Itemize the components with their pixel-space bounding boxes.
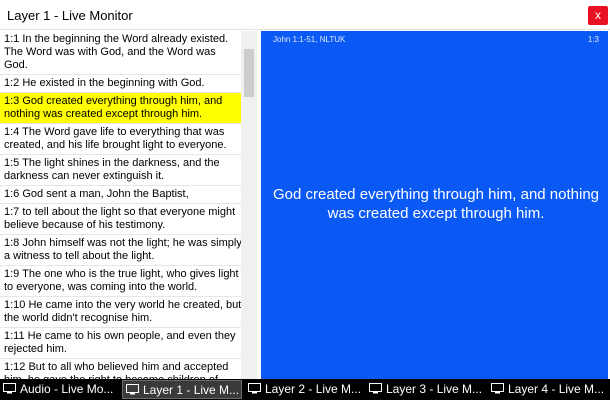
taskbar: Audio - Live Mo... Layer 1 - Live M... L… bbox=[0, 379, 610, 400]
verse-item[interactable]: 1:10 He came into the very world he crea… bbox=[0, 297, 256, 328]
verse-item[interactable]: 1:5 The light shines in the darkness, an… bbox=[0, 155, 256, 186]
monitor-icon bbox=[491, 383, 504, 394]
verse-number: 1:3 bbox=[587, 35, 599, 44]
scroll-thumb[interactable] bbox=[244, 49, 254, 97]
verse-item[interactable]: 1:7 to tell about the light so that ever… bbox=[0, 204, 256, 235]
monitor-icon bbox=[3, 383, 16, 394]
verse-item-selected[interactable]: 1:3 God created everything through him, … bbox=[0, 93, 256, 124]
verse-item[interactable]: 1:4 The Word gave life to everything tha… bbox=[0, 124, 256, 155]
verse-list-scrollbar[interactable] bbox=[241, 31, 257, 379]
scripture-reference: John 1:1-51, NLTUK bbox=[273, 35, 346, 44]
verse-item[interactable]: 1:1 In the beginning the Word already ex… bbox=[0, 31, 256, 75]
taskbar-tab-layer-3[interactable]: Layer 3 - Live M... bbox=[366, 380, 488, 399]
verse-item[interactable]: 1:9 The one who is the true light, who g… bbox=[0, 266, 256, 297]
monitor-icon bbox=[369, 383, 382, 394]
taskbar-tab-layer-1[interactable]: Layer 1 - Live M... bbox=[122, 380, 242, 399]
taskbar-tab-audio[interactable]: Audio - Live Mo... bbox=[0, 380, 122, 399]
taskbar-tab-layer-2[interactable]: Layer 2 - Live M... bbox=[245, 380, 367, 399]
title-bar: Layer 1 - Live Monitor x bbox=[0, 0, 610, 30]
preview-verse-text: God created everything through him, and … bbox=[272, 186, 600, 222]
taskbar-tab-label: Layer 3 - Live M... bbox=[386, 382, 483, 396]
taskbar-tab-layer-4[interactable]: Layer 4 - Live M... bbox=[488, 380, 610, 399]
verse-item[interactable]: 1:6 God sent a man, John the Baptist, bbox=[0, 186, 256, 204]
taskbar-tab-label: Layer 1 - Live M... bbox=[143, 383, 240, 397]
verse-item[interactable]: 1:12 But to all who believed him and acc… bbox=[0, 359, 256, 379]
window-title: Layer 1 - Live Monitor bbox=[7, 8, 133, 23]
verse-item[interactable]: 1:8 John himself was not the light; he w… bbox=[0, 235, 256, 266]
verse-item[interactable]: 1:11 He came to his own people, and even… bbox=[0, 328, 256, 359]
close-button[interactable]: x bbox=[588, 6, 608, 25]
monitor-icon bbox=[126, 384, 139, 395]
live-preview-panel: John 1:1-51, NLTUK 1:3 God created every… bbox=[261, 31, 608, 379]
verse-list[interactable]: 1:1 In the beginning the Word already ex… bbox=[0, 31, 257, 379]
monitor-icon bbox=[248, 383, 261, 394]
taskbar-tab-label: Layer 2 - Live M... bbox=[265, 382, 362, 396]
verse-item[interactable]: 1:2 He existed in the beginning with God… bbox=[0, 75, 256, 93]
taskbar-tab-label: Audio - Live Mo... bbox=[20, 382, 114, 396]
taskbar-tab-label: Layer 4 - Live M... bbox=[508, 382, 605, 396]
